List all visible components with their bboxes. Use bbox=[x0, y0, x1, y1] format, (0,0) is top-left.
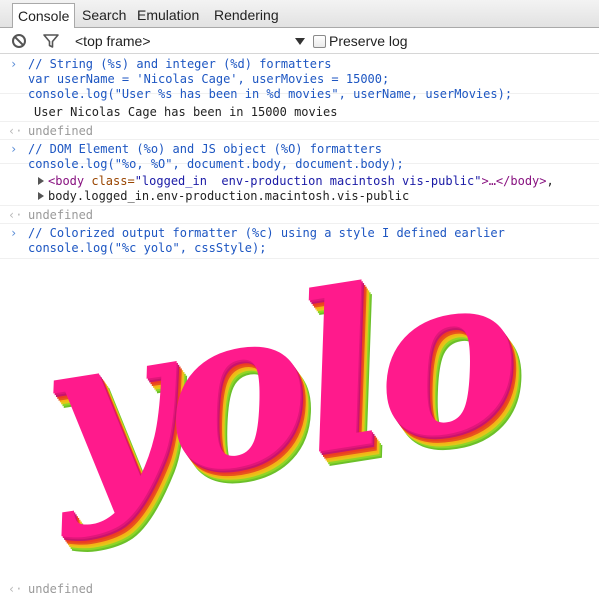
console-result: ‹· undefined bbox=[0, 123, 599, 140]
prompt-chevron-icon: › bbox=[10, 57, 18, 71]
code-line: console.log("%o, %O", document.body, doc… bbox=[28, 157, 404, 171]
filter-icon[interactable] bbox=[42, 32, 60, 50]
result-chevron-icon: ‹· bbox=[8, 208, 23, 222]
result-value: undefined bbox=[28, 208, 94, 222]
tab-rendering[interactable]: Rendering bbox=[209, 3, 284, 28]
code-line: console.log("User %s has been in %d movi… bbox=[28, 87, 513, 101]
console-log-output: <body class="logged_in env-production ma… bbox=[0, 173, 599, 206]
code-line: console.log("%c yolo", cssStyle); bbox=[28, 241, 267, 255]
console-log-output: User Nicolas Cage has been in 15000 movi… bbox=[0, 104, 599, 122]
console-messages[interactable]: › // String (%s) and integer (%d) format… bbox=[0, 54, 599, 606]
result-chevron-icon: ‹· bbox=[8, 582, 23, 596]
preserve-log-label[interactable]: Preserve log bbox=[329, 32, 408, 50]
frame-selector-value: <top frame> bbox=[75, 33, 151, 49]
console-toolbar: <top frame> Preserve log bbox=[0, 28, 599, 54]
separator-comma: , bbox=[546, 174, 554, 188]
console-result: ‹· undefined bbox=[0, 581, 599, 599]
html-attr-value: "logged_in env-production macintosh vis-… bbox=[134, 174, 482, 188]
tab-search[interactable]: Search bbox=[77, 3, 131, 28]
html-tag: >…</body> bbox=[481, 174, 547, 188]
console-input-message: › // String (%s) and integer (%d) format… bbox=[0, 57, 599, 101]
log-output-text: User Nicolas Cage has been in 15000 movi… bbox=[34, 105, 338, 119]
prompt-chevron-icon: › bbox=[10, 142, 18, 156]
code-line: // Colorized output formatter (%c) using… bbox=[28, 226, 505, 240]
console-input-message: › // Colorized output formatter (%c) usi… bbox=[0, 226, 599, 259]
result-value: undefined bbox=[28, 582, 94, 596]
frame-selector[interactable]: <top frame> bbox=[75, 32, 305, 50]
devtools-window: Console Search Emulation Rendering <top … bbox=[0, 0, 599, 606]
dom-element-output[interactable]: <body class="logged_in env-production ma… bbox=[38, 174, 554, 189]
prompt-chevron-icon: › bbox=[10, 226, 18, 240]
console-result: ‹· undefined bbox=[0, 207, 599, 224]
tab-emulation[interactable]: Emulation bbox=[132, 3, 204, 28]
yolo-styled-text: yolo bbox=[27, 219, 531, 544]
expand-triangle-icon[interactable] bbox=[38, 192, 44, 200]
chevron-down-icon bbox=[295, 38, 305, 45]
expand-triangle-icon[interactable] bbox=[38, 177, 44, 185]
html-attr-name: class= bbox=[84, 174, 135, 188]
console-input-message: › // DOM Element (%o) and JS object (%O)… bbox=[0, 142, 599, 171]
preserve-log-checkbox[interactable] bbox=[313, 35, 326, 48]
result-chevron-icon: ‹· bbox=[8, 124, 23, 138]
block-icon[interactable] bbox=[10, 32, 28, 50]
html-tag: <body bbox=[48, 174, 85, 188]
code-line: // DOM Element (%o) and JS object (%O) f… bbox=[28, 142, 383, 156]
devtools-tab-bar: Console Search Emulation Rendering bbox=[0, 0, 599, 28]
js-object-output[interactable]: body.logged_in.env-production.macintosh.… bbox=[38, 189, 409, 204]
tab-console[interactable]: Console bbox=[12, 3, 76, 28]
object-summary: body.logged_in.env-production.macintosh.… bbox=[48, 189, 410, 203]
result-value: undefined bbox=[28, 124, 94, 138]
code-line: // String (%s) and integer (%d) formatte… bbox=[28, 57, 332, 71]
code-line: var userName = 'Nicolas Cage', userMovie… bbox=[28, 72, 390, 86]
